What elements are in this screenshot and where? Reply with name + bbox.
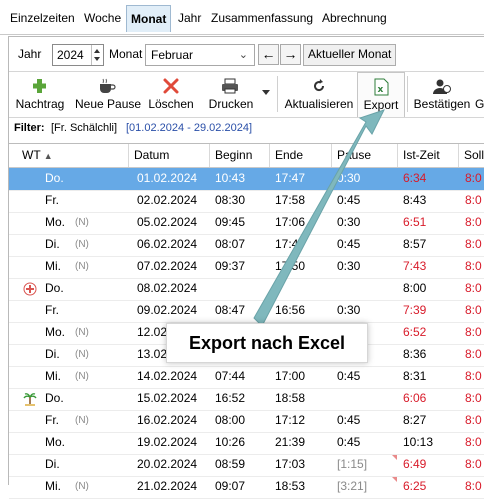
callout-arrow <box>253 109 385 327</box>
export-callout: Export nach Excel <box>166 323 368 363</box>
